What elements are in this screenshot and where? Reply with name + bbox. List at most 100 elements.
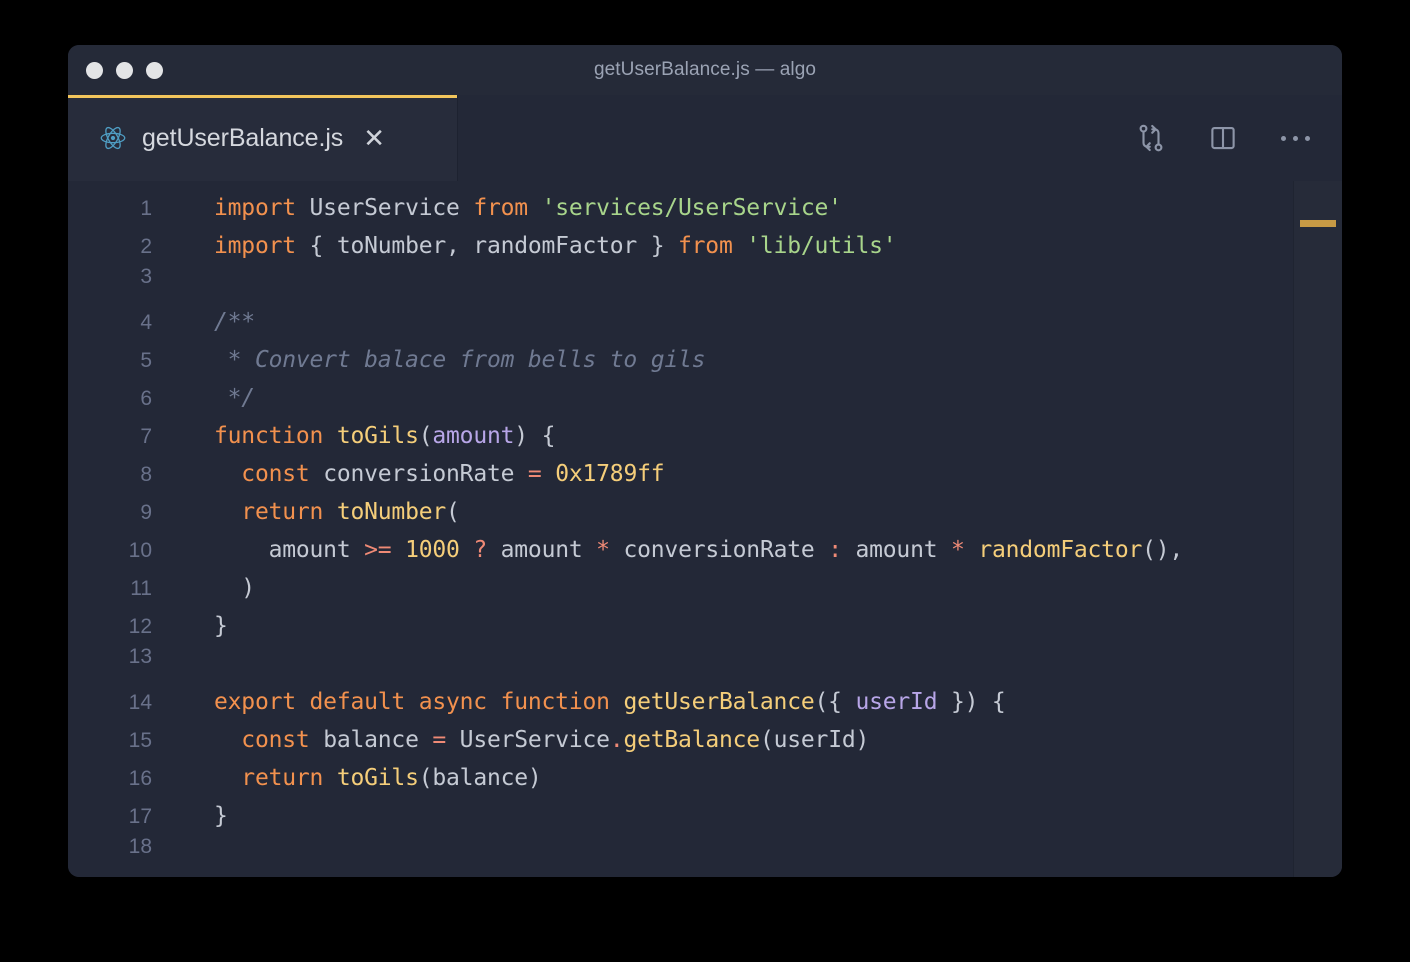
- code-token: ?: [473, 537, 487, 563]
- code-line[interactable]: 13: [68, 645, 1293, 683]
- line-number: 8: [140, 463, 152, 486]
- line-content[interactable]: ): [152, 569, 1293, 607]
- code-token: *: [596, 537, 610, 563]
- code-token: amount: [214, 537, 365, 563]
- code-token: amount: [432, 423, 515, 449]
- line-content[interactable]: }: [152, 607, 1293, 645]
- line-content[interactable]: }: [152, 797, 1293, 835]
- scrollbar-marker: [1300, 220, 1336, 227]
- code-token: ): [214, 575, 255, 601]
- code-token: export default async function: [214, 689, 610, 715]
- code-token: *: [951, 537, 965, 563]
- code-line[interactable]: 4 /**: [68, 303, 1293, 341]
- code-line[interactable]: 7 function toGils(amount) {: [68, 417, 1293, 455]
- line-number: 15: [128, 729, 152, 752]
- code-token: toGils: [336, 765, 419, 791]
- code-token: */: [214, 385, 256, 411]
- code-editor[interactable]: 1 import UserService from 'services/UserS…: [68, 181, 1342, 877]
- split-editor-icon[interactable]: [1206, 121, 1240, 155]
- code-line[interactable]: 16 return toGils(balance): [68, 759, 1293, 797]
- line-content[interactable]: const balance = UserService.getBalance(u…: [152, 721, 1293, 759]
- tab-getuserbalance-js[interactable]: getUserBalance.js ✕: [68, 95, 458, 181]
- line-content[interactable]: export default async function getUserBal…: [152, 683, 1293, 721]
- code-token: from: [678, 233, 733, 259]
- code-token: userId: [855, 689, 938, 715]
- code-token: }) {: [937, 689, 1006, 715]
- code-token: from: [473, 195, 528, 221]
- code-token: 'lib/utils': [746, 233, 897, 259]
- line-content[interactable]: function toGils(amount) {: [152, 417, 1293, 455]
- code-token: 1000: [405, 537, 460, 563]
- code-token: import: [214, 233, 296, 259]
- line-content[interactable]: import UserService from 'services/UserSe…: [152, 189, 1293, 227]
- code-line[interactable]: 3: [68, 265, 1293, 303]
- code-token: function: [214, 423, 324, 449]
- editor-toolbar: [1134, 95, 1312, 181]
- code-line[interactable]: 6 */: [68, 379, 1293, 417]
- code-token: }: [214, 613, 228, 639]
- line-content[interactable]: const conversionRate = 0x1789ff: [152, 455, 1293, 493]
- code-line[interactable]: 12}: [68, 607, 1293, 645]
- line-content[interactable]: * Convert balace from bells to gils: [152, 341, 1293, 379]
- code-token: randomFactor: [978, 537, 1143, 563]
- line-number: 13: [128, 645, 152, 668]
- more-actions-icon[interactable]: [1278, 121, 1312, 155]
- code-token: :: [828, 537, 842, 563]
- code-token: ({: [814, 689, 856, 715]
- code-token: (balance): [418, 765, 542, 791]
- code-lines[interactable]: 1 import UserService from 'services/UserS…: [68, 181, 1293, 877]
- line-number: 2: [140, 235, 152, 258]
- line-number: 11: [130, 577, 152, 600]
- code-line[interactable]: 10 amount >= 1000 ? amount * conversionR…: [68, 531, 1293, 569]
- code-token: UserService: [295, 195, 474, 221]
- code-line[interactable]: 2 import { toNumber, randomFactor } from …: [68, 227, 1293, 265]
- source-control-compare-icon[interactable]: [1134, 121, 1168, 155]
- close-icon[interactable]: ✕: [361, 125, 387, 151]
- editor-scrollbar[interactable]: [1293, 181, 1342, 877]
- code-token: .: [609, 727, 624, 753]
- line-content[interactable]: return toNumber(: [152, 493, 1293, 531]
- line-content[interactable]: /**: [152, 303, 1293, 341]
- line-content[interactable]: return toGils(balance): [152, 759, 1293, 797]
- code-token: toNumber: [336, 499, 447, 525]
- code-line[interactable]: 8 const conversionRate = 0x1789ff: [68, 455, 1293, 493]
- code-token: (userId): [759, 727, 870, 753]
- ellipsis-dot: [1304, 135, 1310, 141]
- code-line[interactable]: 15 const balance = UserService.getBalanc…: [68, 721, 1293, 759]
- code-token: =: [432, 727, 447, 753]
- line-number: 18: [128, 835, 152, 858]
- code-line[interactable]: 17}: [68, 797, 1293, 835]
- code-line[interactable]: 18: [68, 835, 1293, 873]
- ellipsis-dot: [1280, 135, 1286, 141]
- editor-window: getUserBalance.js — algo getUserBalance.…: [68, 45, 1342, 877]
- code-line[interactable]: 9 return toNumber(: [68, 493, 1293, 531]
- line-number: 3: [140, 265, 152, 288]
- code-line[interactable]: 5 * Convert balace from bells to gils: [68, 341, 1293, 379]
- code-line[interactable]: 1 import UserService from 'services/UserS…: [68, 189, 1293, 227]
- line-content[interactable]: import { toNumber, randomFactor } from '…: [152, 227, 1293, 265]
- code-line[interactable]: 14 export default async function getUserB…: [68, 683, 1293, 721]
- code-token: (),: [1142, 537, 1184, 563]
- code-token: getBalance: [623, 727, 760, 753]
- tab-bar: getUserBalance.js ✕: [68, 95, 1342, 181]
- line-number: 1: [140, 197, 152, 220]
- code-token: /**: [214, 309, 255, 335]
- line-number: 6: [140, 387, 152, 410]
- line-content[interactable]: amount >= 1000 ? amount * conversionRate…: [152, 531, 1293, 569]
- code-token: 'services/UserService': [541, 195, 842, 221]
- code-line[interactable]: 11 ): [68, 569, 1293, 607]
- line-content[interactable]: */: [152, 379, 1293, 417]
- window-titlebar: getUserBalance.js — algo: [68, 45, 1342, 95]
- code-token: return: [241, 499, 324, 525]
